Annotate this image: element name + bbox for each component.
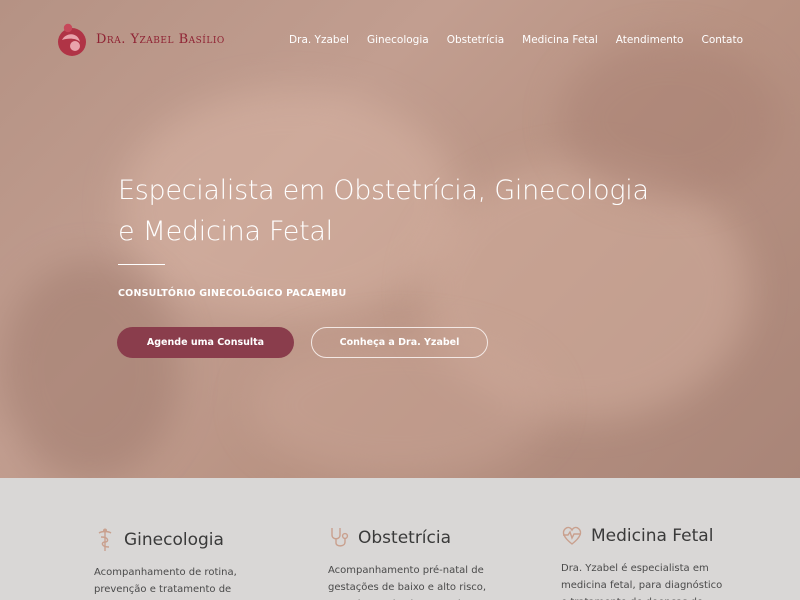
service-title: Ginecologia [124,530,224,550]
nav-item-obstetricia[interactable]: Obstetrícia [447,34,504,46]
brand-name: Dra. Yzabel Basílio [96,31,225,47]
schedule-consultation-button[interactable]: Agende uma Consulta [117,327,294,358]
stethoscope-icon [331,528,349,547]
main-nav: Dra. Yzabel Ginecologia Obstetrícia Medi… [289,34,743,46]
nav-item-ginecologia[interactable]: Ginecologia [367,34,429,46]
services-section: Ginecologia Acompanhamento de rotina, pr… [0,478,800,600]
site-header: Dra. Yzabel Basílio Dra. Yzabel Ginecolo… [0,0,800,80]
nav-item-contato[interactable]: Contato [701,34,743,46]
service-card-header: Medicina Fetal [561,522,741,550]
hero-subtitle: CONSULTÓRIO GINECOLÓGICO PACAEMBU [118,288,347,299]
service-card-medicina-fetal: Medicina Fetal Dra. Yzabel é especialist… [561,522,741,600]
service-description: Acompanhamento de rotina, prevenção e tr… [94,567,237,595]
logo-mother-baby-icon [58,23,86,56]
meet-doctor-button[interactable]: Conheça a Dra. Yzabel [311,327,488,358]
nav-item-medicina-fetal[interactable]: Medicina Fetal [522,34,598,46]
service-card-header: Ginecologia [94,526,274,554]
service-card-header: Obstetrícia [328,524,508,552]
service-description: Acompanhamento pré-natal de gestações de… [328,565,487,600]
service-card-obstetricia: Obstetrícia Acompanhamento pré-natal de … [328,524,508,600]
service-card-ginecologia: Ginecologia Acompanhamento de rotina, pr… [94,526,274,600]
hero-section: Dra. Yzabel Basílio Dra. Yzabel Ginecolo… [0,0,800,478]
caduceus-icon [98,528,112,551]
service-description: Dra. Yzabel é especialista em medicina f… [561,563,723,600]
heart-pulse-icon [562,526,582,545]
service-title: Obstetrícia [358,528,452,548]
hero-divider [118,264,165,265]
nav-item-atendimento[interactable]: Atendimento [616,34,684,46]
hero-title: Especialista em Obstetrícia, Ginecologia… [118,170,718,252]
service-title: Medicina Fetal [591,526,714,546]
brand-logo[interactable]: Dra. Yzabel Basílio [56,20,225,58]
hero-title-line-2: e Medicina Fetal [118,216,333,247]
hero-title-line-1: Especialista em Obstetrícia, Ginecologia [118,175,649,206]
nav-item-dra-yzabel[interactable]: Dra. Yzabel [289,34,349,46]
